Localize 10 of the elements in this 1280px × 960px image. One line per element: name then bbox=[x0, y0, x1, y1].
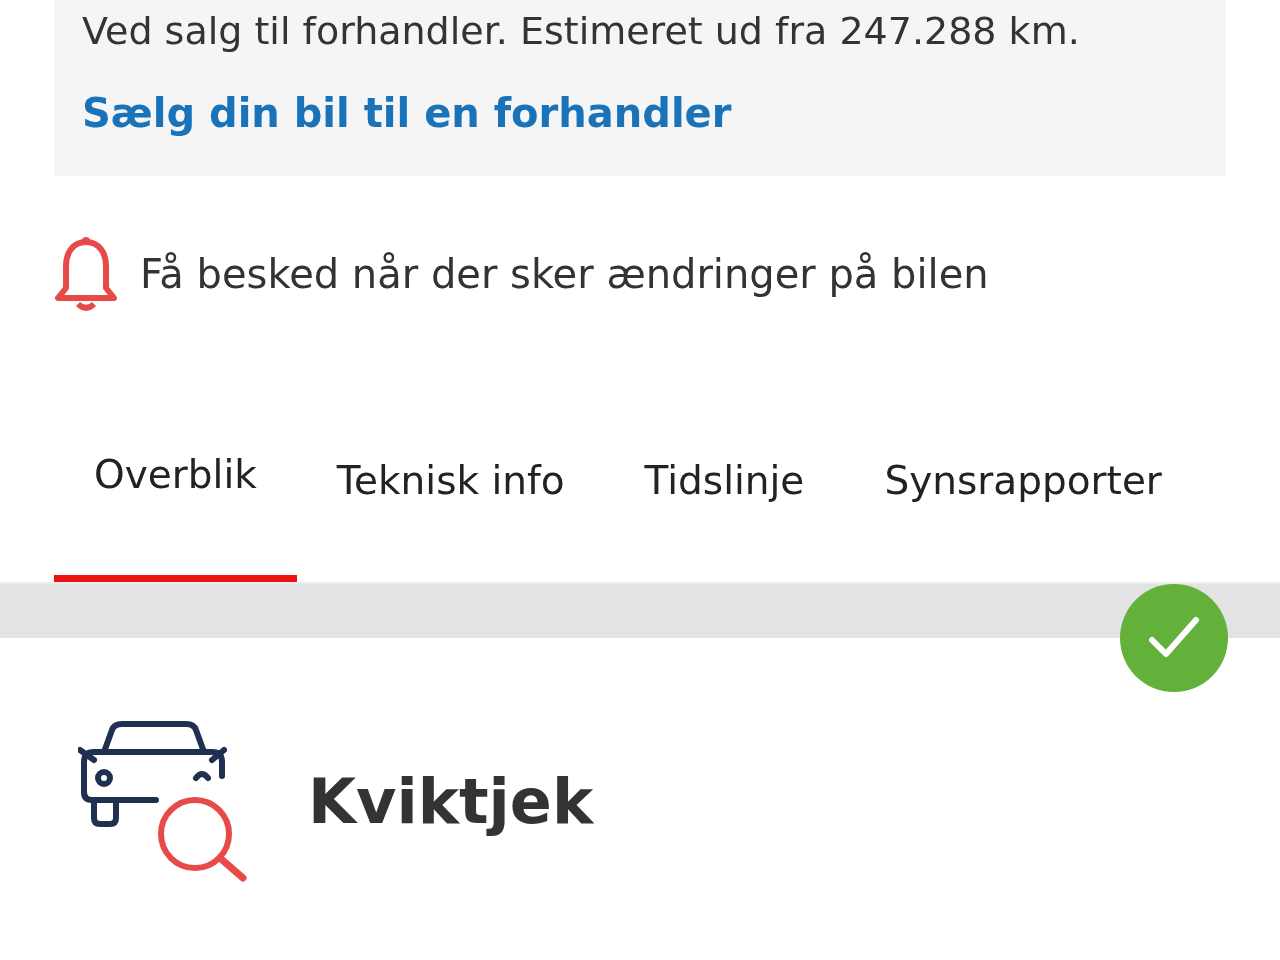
tab[interactable]: Teknisk info bbox=[296, 452, 605, 583]
notify-label[interactable]: Få besked når der sker ændringer på bilen bbox=[140, 251, 989, 297]
estimate-text: Ved salg til forhandler. Estimeret ud fra 247.288 km. bbox=[82, 8, 1081, 55]
sell-link[interactable]: Sælg din bil til en forhandler bbox=[82, 90, 1198, 136]
tab[interactable]: Tidslinje bbox=[604, 452, 845, 583]
checkmark-icon bbox=[1148, 616, 1200, 660]
car-search-icon bbox=[78, 720, 248, 882]
bell-icon[interactable] bbox=[54, 236, 118, 312]
tab[interactable]: Synsrapporter bbox=[844, 452, 1202, 583]
section-title: Kviktjek bbox=[308, 764, 594, 838]
